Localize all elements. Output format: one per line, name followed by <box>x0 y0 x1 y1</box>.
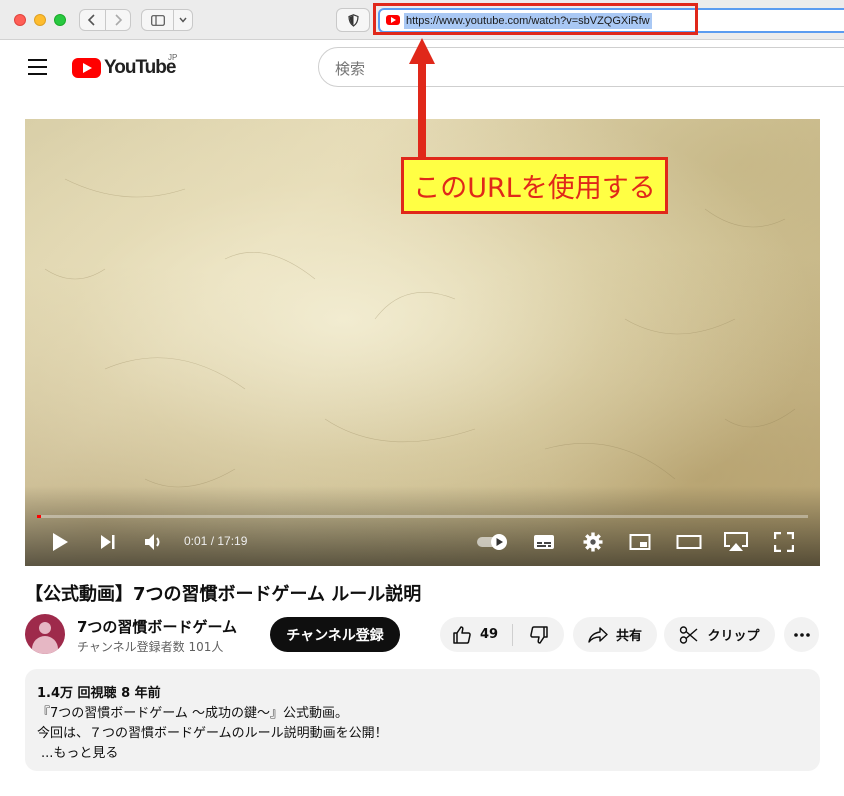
description-line: 今回は、７つの習慣ボードゲームのルール説明動画を公開！ <box>37 726 388 741</box>
sidebar-menu-button[interactable] <box>174 10 192 30</box>
settings-button[interactable] <box>578 529 608 555</box>
page: https://www.youtube.com/watch?v=sbVZQGXi… <box>0 0 844 796</box>
shield-icon <box>347 13 359 27</box>
chevron-left-icon <box>88 14 95 26</box>
menu-icon[interactable] <box>28 59 48 75</box>
airplay-button[interactable] <box>720 529 752 555</box>
forward-button[interactable] <box>104 10 131 30</box>
autoplay-toggle[interactable] <box>475 529 511 555</box>
like-button[interactable]: 49 <box>440 617 512 652</box>
share-button[interactable]: 共有 <box>573 617 657 652</box>
description-box[interactable]: 1.4万 回視聴 8 年前 『7つの習慣ボードゲーム 〜成功の鍵〜』公式動画。 … <box>25 669 820 771</box>
thumbs-up-icon <box>453 625 471 644</box>
view-stats: 1.4万 回視聴 8 年前 <box>37 686 161 701</box>
fullscreen-icon <box>774 532 794 552</box>
history-nav <box>79 9 131 31</box>
sidebar-button[interactable] <box>142 10 174 30</box>
share-label: 共有 <box>615 629 642 644</box>
channel-name[interactable]: 7つの習慣ボードゲーム <box>77 616 237 637</box>
subscribe-button[interactable]: チャンネル登録 <box>270 617 400 652</box>
play-button[interactable] <box>47 529 73 555</box>
volume-button[interactable] <box>141 529 167 555</box>
chevron-down-icon <box>179 17 187 23</box>
sidebar-icon <box>150 14 165 26</box>
annotation-callout: このURLを使用する <box>401 157 668 214</box>
annotation-arrow <box>409 38 435 162</box>
next-button[interactable] <box>95 529 121 555</box>
close-window-button[interactable] <box>14 14 26 26</box>
scissors-icon <box>680 625 698 644</box>
description-line: 『7つの習慣ボードゲーム 〜成功の鍵〜』公式動画。 <box>37 706 349 721</box>
youtube-logo[interactable]: YouTube <box>72 57 176 79</box>
more-actions-button[interactable] <box>784 617 819 652</box>
theater-mode-button[interactable] <box>673 529 705 555</box>
thumbs-down-icon <box>529 625 548 644</box>
like-dislike-group: 49 <box>440 617 564 652</box>
miniplayer-button[interactable] <box>625 529 655 555</box>
back-button[interactable] <box>80 10 105 30</box>
miniplayer-icon <box>629 534 651 550</box>
theater-icon <box>676 535 702 549</box>
country-code: JP <box>168 53 178 62</box>
subtitles-icon <box>534 535 554 549</box>
settings-icon <box>583 532 603 552</box>
like-count: 49 <box>480 627 499 642</box>
search-placeholder: 検索 <box>335 60 366 78</box>
subtitles-button[interactable] <box>529 529 559 555</box>
share-icon <box>588 626 608 643</box>
subscriber-count: チャンネル登録者数 101人 <box>77 640 224 654</box>
fullscreen-button[interactable] <box>769 529 799 555</box>
more-horizontal-icon <box>793 632 810 637</box>
clip-label: クリップ <box>707 629 760 644</box>
autoplay-toggle-icon <box>477 534 507 550</box>
clip-button[interactable]: クリップ <box>664 617 775 652</box>
privacy-report-button[interactable] <box>336 8 370 32</box>
youtube-wordmark: YouTube <box>104 57 176 78</box>
zoom-window-button[interactable] <box>54 14 66 26</box>
progress-bar[interactable] <box>37 515 808 518</box>
show-more-link[interactable]: ...もっと見る <box>41 742 118 761</box>
sidebar-toggle-group <box>141 9 193 31</box>
channel-avatar[interactable] <box>25 614 65 654</box>
video-title: 【公式動画】7つの習慣ボードゲーム ルール説明 <box>25 584 422 605</box>
volume-icon <box>145 534 160 550</box>
search-input[interactable]: 検索 <box>318 47 844 87</box>
airplay-icon <box>724 532 748 551</box>
minimize-window-button[interactable] <box>34 14 46 26</box>
chevron-right-icon <box>115 14 122 26</box>
dislike-button[interactable] <box>513 625 564 645</box>
youtube-play-logo-icon <box>72 58 101 78</box>
url-highlight-box <box>373 3 698 35</box>
progress-fill <box>37 515 41 518</box>
time-display: 0:01 / 17:19 <box>184 534 248 548</box>
next-icon <box>101 535 115 549</box>
play-icon <box>53 533 68 551</box>
